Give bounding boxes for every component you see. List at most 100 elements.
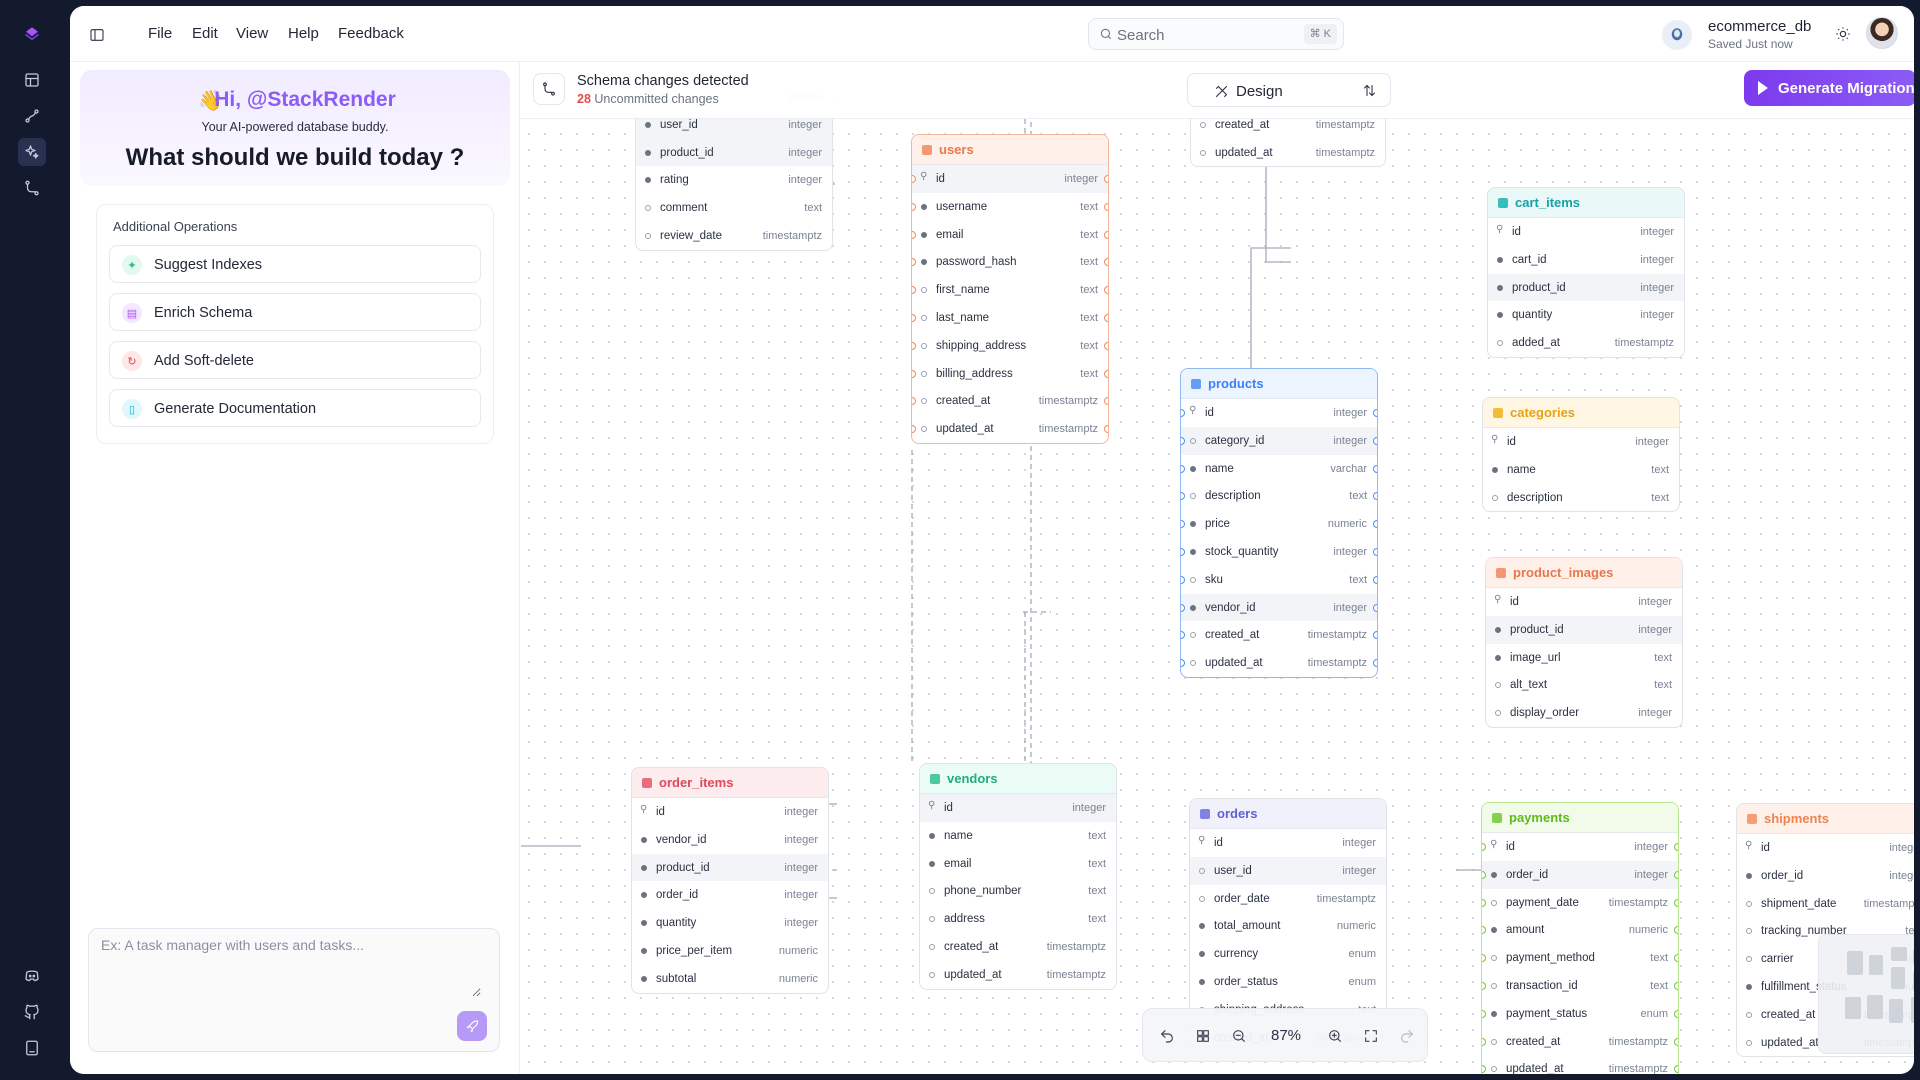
connection-handle[interactable] [912, 230, 916, 239]
connection-handle[interactable] [1181, 659, 1185, 668]
table-vendors[interactable]: vendors ⚲ id integer name text email text phone_… [919, 763, 1117, 990]
table-header[interactable]: payments [1482, 803, 1678, 833]
connection-handle[interactable] [1674, 981, 1678, 990]
column-row[interactable]: transaction_id text [1482, 972, 1678, 1000]
zoom-out-icon[interactable] [1229, 1026, 1249, 1046]
table-users[interactable]: users ⚲ id integer username text email text pass… [911, 134, 1109, 444]
connection-handle[interactable] [1104, 341, 1108, 350]
menu-help[interactable]: Help [288, 25, 319, 42]
connection-handle[interactable] [912, 258, 916, 267]
connection-handle[interactable] [1482, 1065, 1486, 1074]
connection-handle[interactable] [1181, 603, 1185, 612]
table-header[interactable]: cart_items [1488, 188, 1684, 218]
connection-handle[interactable] [1104, 313, 1108, 322]
connection-handle[interactable] [1181, 436, 1185, 445]
connection-handle[interactable] [1674, 1037, 1678, 1046]
connection-handle[interactable] [1674, 1065, 1678, 1074]
column-row[interactable]: ⚲ id integer [1181, 399, 1377, 427]
connection-handle[interactable] [1104, 175, 1108, 183]
connection-handle[interactable] [1181, 575, 1185, 584]
connection-handle[interactable] [1373, 492, 1377, 501]
column-row[interactable]: amount numeric [1482, 916, 1678, 944]
menu-view[interactable]: View [236, 25, 268, 42]
column-row[interactable]: order_id integer [1737, 862, 1914, 890]
connection-handle[interactable] [1373, 409, 1377, 417]
connection-handle[interactable] [1104, 286, 1108, 295]
column-row[interactable]: description text [1483, 484, 1679, 512]
column-row[interactable]: phone_number text [920, 877, 1116, 905]
column-row[interactable]: username text [912, 193, 1108, 221]
connection-handle[interactable] [1674, 843, 1678, 851]
github-icon[interactable] [18, 998, 46, 1026]
column-row[interactable]: email text [912, 221, 1108, 249]
column-row[interactable]: created_at timestamptz [1181, 621, 1377, 649]
connection-handle[interactable] [1104, 230, 1108, 239]
column-row[interactable]: updated_at timestamptz [920, 961, 1116, 989]
connection-handle[interactable] [1674, 898, 1678, 907]
connection-handle[interactable] [1674, 870, 1678, 879]
column-row[interactable]: name text [1483, 456, 1679, 484]
table-categories[interactable]: categories ⚲ id integer name text description t… [1482, 397, 1680, 513]
connection-handle[interactable] [1104, 425, 1108, 434]
column-row[interactable]: order_date timestamptz [1190, 885, 1386, 913]
table-header[interactable]: users [912, 135, 1108, 165]
connection-handle[interactable] [1482, 870, 1486, 879]
connection-handle[interactable] [912, 369, 916, 378]
column-row[interactable]: shipping_address text [912, 332, 1108, 360]
table-products[interactable]: products ⚲ id integer category_id integer name… [1180, 368, 1378, 678]
column-row[interactable]: subtotal numeric [632, 965, 828, 993]
connection-handle[interactable] [1373, 464, 1377, 473]
column-row[interactable]: password_hash text [912, 248, 1108, 276]
column-row[interactable]: first_name text [912, 276, 1108, 304]
column-row[interactable]: sku text [1181, 566, 1377, 594]
table-order-items[interactable]: order_items ⚲ id integer vendor_id integer pro… [631, 767, 829, 994]
column-row[interactable]: price numeric [1181, 510, 1377, 538]
column-row[interactable]: category_id integer [1181, 426, 1377, 455]
zoom-level[interactable]: 87% [1271, 1027, 1301, 1044]
column-row[interactable]: shipment_date timestamptz [1737, 890, 1914, 918]
generate-migration-button[interactable]: Generate Migration [1744, 70, 1914, 106]
design-mode-toggle[interactable]: Design [1187, 73, 1391, 107]
connection-handle[interactable] [912, 425, 916, 434]
postgres-icon[interactable] [1662, 20, 1692, 50]
minimap[interactable] [1818, 934, 1914, 1054]
table-header[interactable]: orders [1190, 799, 1386, 829]
column-row[interactable]: payment_method text [1482, 944, 1678, 972]
column-row[interactable]: name varchar [1181, 455, 1377, 483]
docs-icon[interactable] [18, 1034, 46, 1062]
table-header[interactable]: categories [1483, 398, 1679, 428]
connection-handle[interactable] [1181, 492, 1185, 501]
database-name[interactable]: ecommerce_db [1708, 18, 1811, 35]
table-header[interactable]: products [1181, 369, 1377, 399]
table-cart-items[interactable]: cart_items ⚲ id integer cart_id integer produc… [1487, 187, 1685, 358]
column-row[interactable]: description text [1181, 482, 1377, 510]
menu-file[interactable]: File [148, 25, 172, 42]
connection-handle[interactable] [1104, 202, 1108, 211]
git-branch-icon[interactable] [533, 73, 565, 105]
zoom-in-icon[interactable] [1325, 1026, 1345, 1046]
connection-handle[interactable] [1373, 575, 1377, 584]
git-branch-icon[interactable] [18, 174, 46, 202]
column-row[interactable]: total_amount numeric [1190, 912, 1386, 940]
column-row[interactable]: stock_quantity integer [1181, 538, 1377, 566]
column-row[interactable]: product_id integer [636, 138, 832, 167]
column-row[interactable]: ⚲ id integer [912, 165, 1108, 193]
ai-sparkles-icon[interactable] [18, 138, 46, 166]
connection-handle[interactable] [1482, 954, 1486, 963]
connection-handle[interactable] [1482, 1009, 1486, 1018]
column-row[interactable]: vendor_id integer [1181, 593, 1377, 622]
column-row[interactable]: ⚲ id integer [632, 798, 828, 826]
column-row[interactable]: order_status enum [1190, 968, 1386, 996]
search-input[interactable]: Search ⌘ K [1088, 18, 1344, 50]
column-row[interactable]: review_date timestamptz [636, 222, 832, 250]
column-row[interactable]: updated_at timestamptz [1191, 139, 1385, 167]
table-header[interactable]: product_images [1486, 558, 1682, 588]
connection-handle[interactable] [1181, 547, 1185, 556]
sidebar-toggle-icon[interactable] [84, 22, 110, 48]
column-row[interactable]: cart_id integer [1488, 246, 1684, 274]
column-row[interactable]: ⚲ id integer [1488, 218, 1684, 246]
connection-handle[interactable] [1674, 1009, 1678, 1018]
column-row[interactable]: price_per_item numeric [632, 937, 828, 965]
connection-handle[interactable] [1482, 898, 1486, 907]
connection-handle[interactable] [1482, 843, 1486, 851]
